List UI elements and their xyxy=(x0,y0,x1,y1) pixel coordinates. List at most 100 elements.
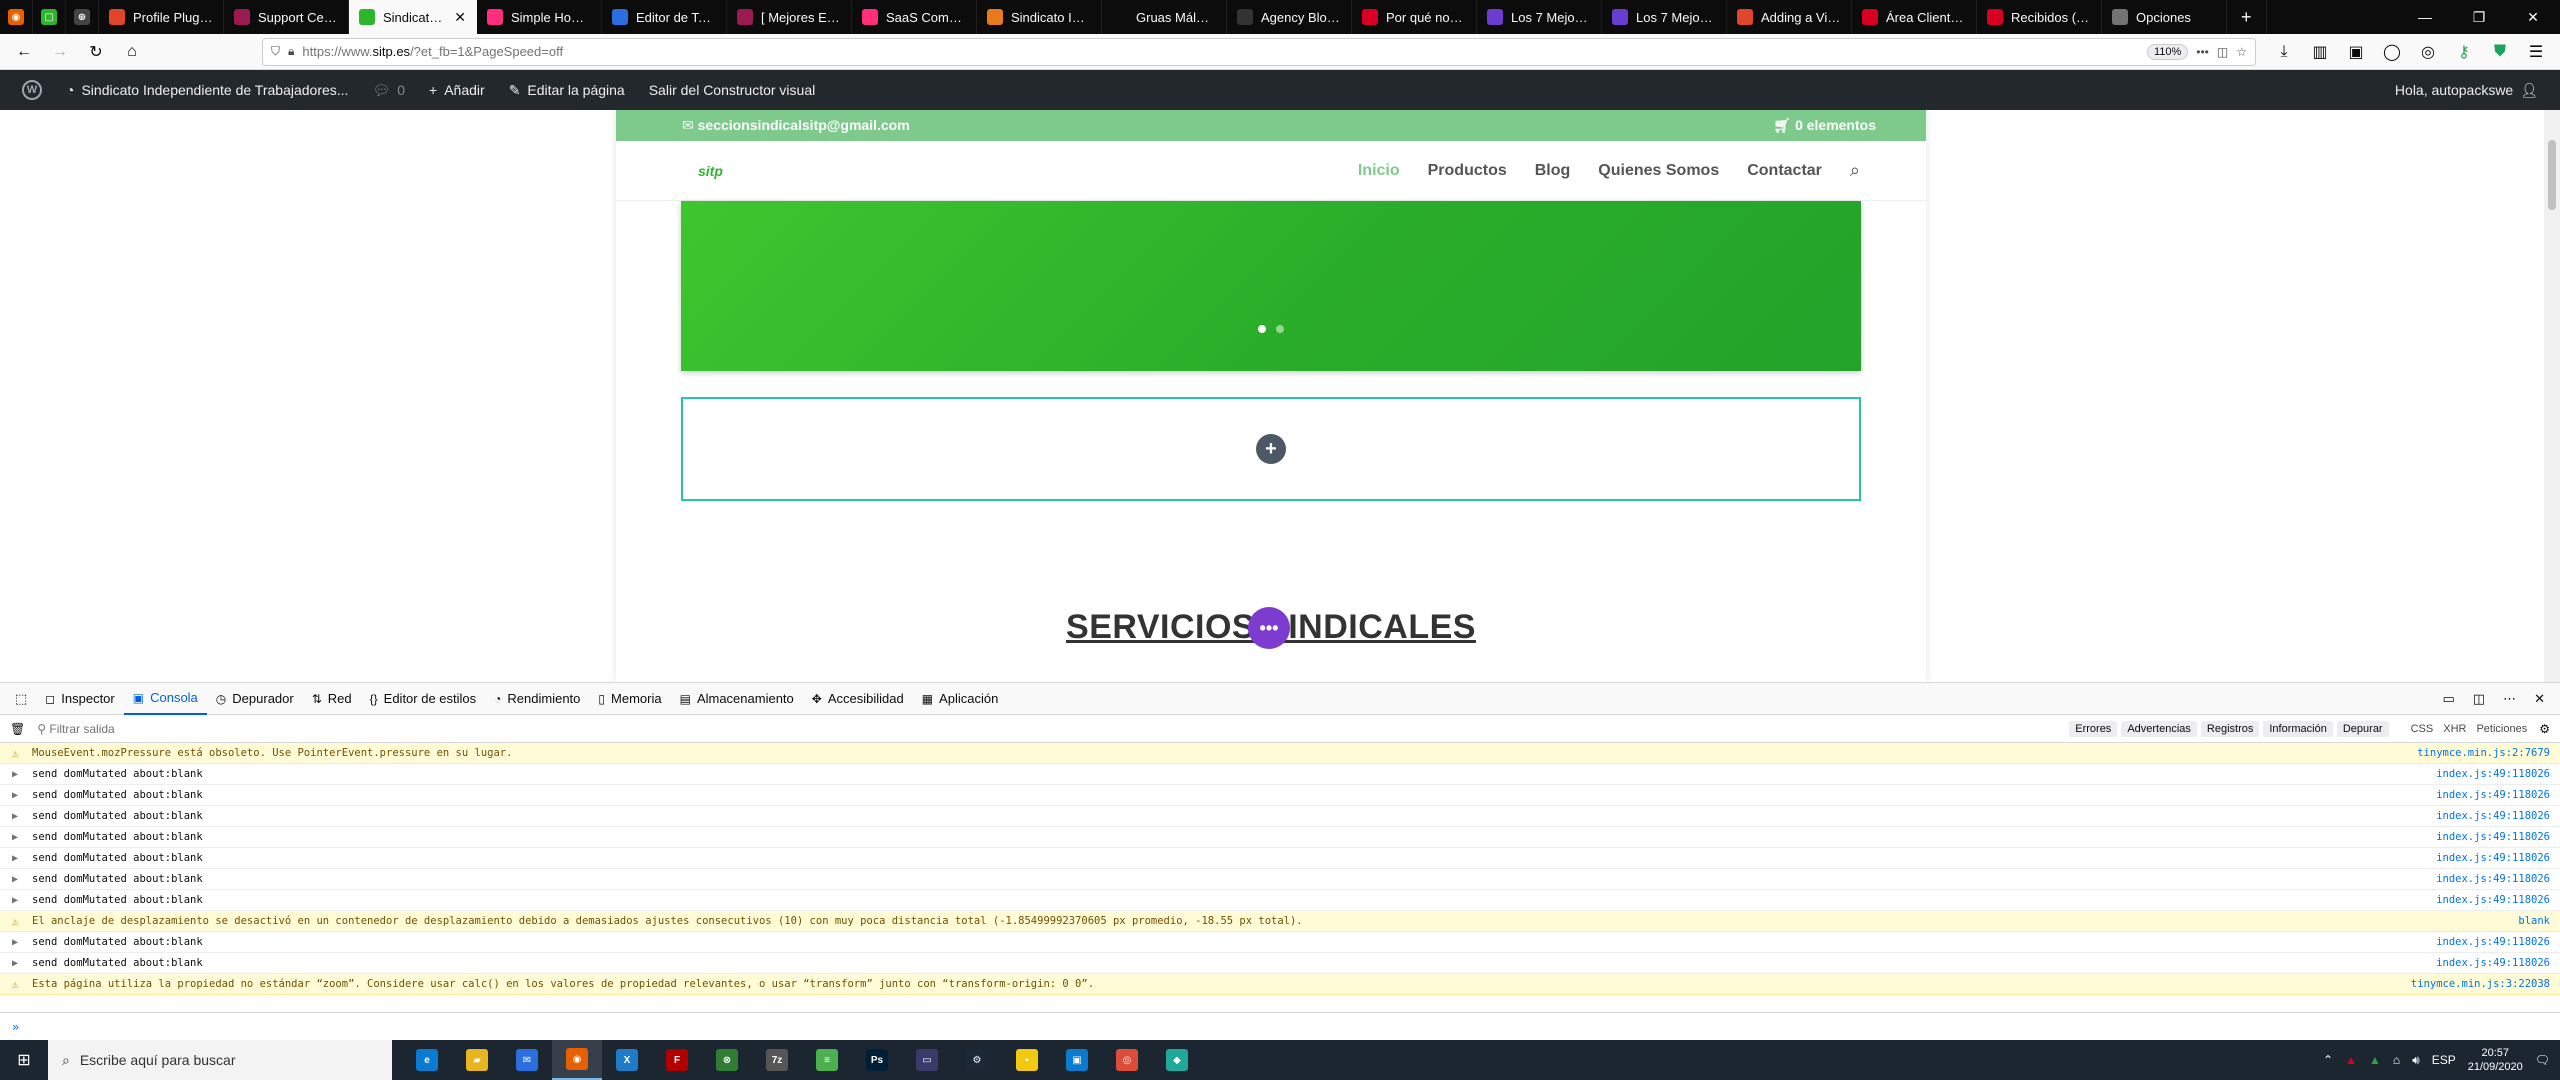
page-scrollbar[interactable] xyxy=(2544,110,2560,682)
console-source-link[interactable]: index.js:49:118026 xyxy=(2436,957,2550,969)
tab-close-icon[interactable]: ✕ xyxy=(454,9,466,26)
expand-arrow-icon[interactable]: ▶ xyxy=(12,853,22,864)
email-link[interactable]: ✉ seccionsindicalsitp@gmail.com xyxy=(682,117,910,134)
browser-tab[interactable]: Profile Plugin W xyxy=(99,0,224,34)
tray-chevron-icon[interactable]: ⌃ xyxy=(2323,1053,2333,1067)
wp-edit-page-button[interactable]: ✎ Editar la página xyxy=(497,70,637,110)
responsive-icon[interactable]: ▭ xyxy=(2434,683,2464,715)
menu-icon[interactable]: ☰ xyxy=(2520,38,2552,66)
console-source-link[interactable]: index.js:49:118026 xyxy=(2436,768,2550,780)
console-source-link[interactable]: index.js:49:118026 xyxy=(2436,852,2550,864)
devtools-tab[interactable]: ▯ Memoria xyxy=(589,683,670,715)
tab-container-icon[interactable]: ▢ xyxy=(33,0,66,34)
network-icon[interactable]: ⌂ xyxy=(2393,1053,2400,1067)
browser-tab[interactable]: Editor de Texto A xyxy=(602,0,727,34)
console-filter-toggle[interactable]: CSS xyxy=(2411,723,2434,735)
console-warning-row[interactable]: ⚠ El anclaje de desplazamiento se desacti… xyxy=(0,911,2560,932)
browser-tab[interactable]: Recibidos (592) xyxy=(1977,0,2102,34)
console-filter-toggle[interactable]: XHR xyxy=(2443,723,2466,735)
console-filter-toggle[interactable]: Peticiones xyxy=(2476,723,2527,735)
console-filter-button[interactable]: Información xyxy=(2263,720,2333,737)
wp-add-button[interactable]: + Añadir xyxy=(417,70,497,110)
back-button[interactable]: ← xyxy=(8,38,40,66)
wp-comments-button[interactable]: 💬︎ 0 xyxy=(360,70,417,110)
console-warning-row[interactable]: ⚠ MouseEvent.mozPressure está obsoleto. U… xyxy=(0,743,2560,764)
expand-arrow-icon[interactable]: ▶ xyxy=(12,769,22,780)
reload-button[interactable]: ↻ xyxy=(80,38,112,66)
console-source-link[interactable]: index.js:49:118026 xyxy=(2436,789,2550,801)
taskbar-app[interactable]: ≡ xyxy=(802,1040,852,1080)
downloads-icon[interactable]: ⤓ xyxy=(2268,38,2300,66)
extension-key-icon[interactable]: ⚷ xyxy=(2448,38,2480,66)
devtools-tab[interactable]: ▦ Aplicación xyxy=(913,683,1008,715)
builder-settings-button[interactable]: ••• xyxy=(1248,607,1290,649)
tray-app-icon-2[interactable]: ▲ xyxy=(2369,1053,2381,1067)
console-filter-button[interactable]: Errores xyxy=(2069,720,2118,737)
console-filter-button[interactable]: Registros xyxy=(2200,720,2260,737)
console-filter-button[interactable]: Depurar xyxy=(2336,720,2389,737)
devtools-tab[interactable]: ◷ Depurador xyxy=(207,683,303,715)
filter-input[interactable]: ⚲ Filtrar salida xyxy=(37,722,2053,736)
slider-dot-2[interactable] xyxy=(1276,325,1284,333)
console-input[interactable]: » xyxy=(0,1012,2560,1040)
page-scrollbar-thumb[interactable] xyxy=(2548,140,2556,210)
console-source-link[interactable]: tinymce.min.js:2:7679 xyxy=(2417,747,2550,759)
console-source-link[interactable]: index.js:49:118026 xyxy=(2436,831,2550,843)
browser-tab[interactable]: Adding a Visual xyxy=(1727,0,1852,34)
add-module-button[interactable]: + xyxy=(1256,434,1286,464)
console-log-row[interactable]: ▶ send domMutated about:blank index.js:49:… xyxy=(0,953,2560,974)
console-log-row[interactable]: ▶ send domMutated about:blank index.js:49:… xyxy=(0,806,2560,827)
tray-app-icon[interactable]: ▲ xyxy=(2345,1053,2357,1067)
console-log-row[interactable]: ▶ send domMutated about:blank index.js:49:… xyxy=(0,890,2560,911)
windows-start-button[interactable]: ⊞ xyxy=(0,1040,48,1080)
browser-tab[interactable]: SaaS Company xyxy=(852,0,977,34)
devtools-tab[interactable]: ⇅ Red xyxy=(303,683,361,715)
console-log-row[interactable]: ▶ send domMutated about:blank index.js:49:… xyxy=(0,764,2560,785)
minimize-button[interactable]: — xyxy=(2398,0,2452,34)
taskbar-app[interactable]: ◉ xyxy=(552,1040,602,1080)
browser-tab[interactable]: Sindicato Indep xyxy=(977,0,1102,34)
browser-tab[interactable]: Support Center xyxy=(224,0,349,34)
console-source-link[interactable]: index.js:49:118026 xyxy=(2436,936,2550,948)
taskbar-app[interactable]: ▭ xyxy=(902,1040,952,1080)
taskbar-app[interactable]: ▰ xyxy=(452,1040,502,1080)
expand-arrow-icon[interactable]: ▶ xyxy=(12,790,22,801)
maximize-button[interactable]: ❐ xyxy=(2452,0,2506,34)
library-icon[interactable]: ▥ xyxy=(2304,38,2336,66)
console-log-row[interactable]: ▶ send domMutated about:blank index.js:49:… xyxy=(0,848,2560,869)
browser-tab[interactable]: Los 7 Mejores Pl xyxy=(1477,0,1602,34)
close-window-button[interactable]: ✕ xyxy=(2506,0,2560,34)
firefox-menu-icon[interactable]: ◉ xyxy=(0,0,33,34)
taskbar-search[interactable]: ⌕ Escribe aquí para buscar xyxy=(48,1040,392,1080)
taskbar-app[interactable]: ▣ xyxy=(1052,1040,1102,1080)
browser-tab[interactable]: Opciones xyxy=(2102,0,2227,34)
taskbar-app[interactable]: ✉ xyxy=(502,1040,552,1080)
language-indicator[interactable]: ESP xyxy=(2432,1053,2456,1067)
devtools-tab[interactable]: ◔ Rendimiento xyxy=(485,683,589,715)
site-logo[interactable]: sitp xyxy=(698,163,723,179)
menu-item[interactable]: Productos xyxy=(1428,162,1507,180)
expand-arrow-icon[interactable]: ▶ xyxy=(12,895,22,906)
empty-section[interactable]: + xyxy=(681,397,1861,501)
console-source-link[interactable]: index.js:49:118026 xyxy=(2436,810,2550,822)
browser-tab[interactable]: Agency Blog | Ar xyxy=(1227,0,1352,34)
account-icon[interactable]: ◯ xyxy=(2376,38,2408,66)
taskbar-app[interactable]: Ps xyxy=(852,1040,902,1080)
cart-link[interactable]: 🛒︎ 0 elementos xyxy=(1773,117,1876,134)
url-text[interactable]: https://www.sitp.es/?et_fb=1&PageSpeed=o… xyxy=(302,44,2139,59)
taskbar-app[interactable]: ◎ xyxy=(1102,1040,1152,1080)
browser-tab[interactable]: Sindicato Indi ✕ xyxy=(349,0,477,34)
devtools-tab[interactable]: ✥ Accesibilidad xyxy=(803,683,913,715)
new-tab-button[interactable]: + xyxy=(2227,0,2267,34)
devtools-tab[interactable]: ◻ Inspector xyxy=(36,683,123,715)
taskbar-app[interactable]: ◆ xyxy=(1152,1040,1202,1080)
wp-account-menu[interactable]: Hola, autopackswe 👤︎ xyxy=(2383,70,2550,110)
menu-item[interactable]: Inicio xyxy=(1358,162,1400,180)
menu-item[interactable]: Quienes Somos xyxy=(1598,162,1719,180)
dock-icon[interactable]: ◫ xyxy=(2464,683,2494,715)
browser-tab[interactable]: Área Cliente - W xyxy=(1852,0,1977,34)
console-log-row[interactable]: ▶ send domMutated about:blank index.js:49:… xyxy=(0,785,2560,806)
console-source-link[interactable]: blank xyxy=(2518,915,2550,927)
console-log-row[interactable]: ▶ send domMutated about:blank index.js:49:… xyxy=(0,932,2560,953)
console-filter-button[interactable]: Advertencias xyxy=(2121,720,2197,737)
